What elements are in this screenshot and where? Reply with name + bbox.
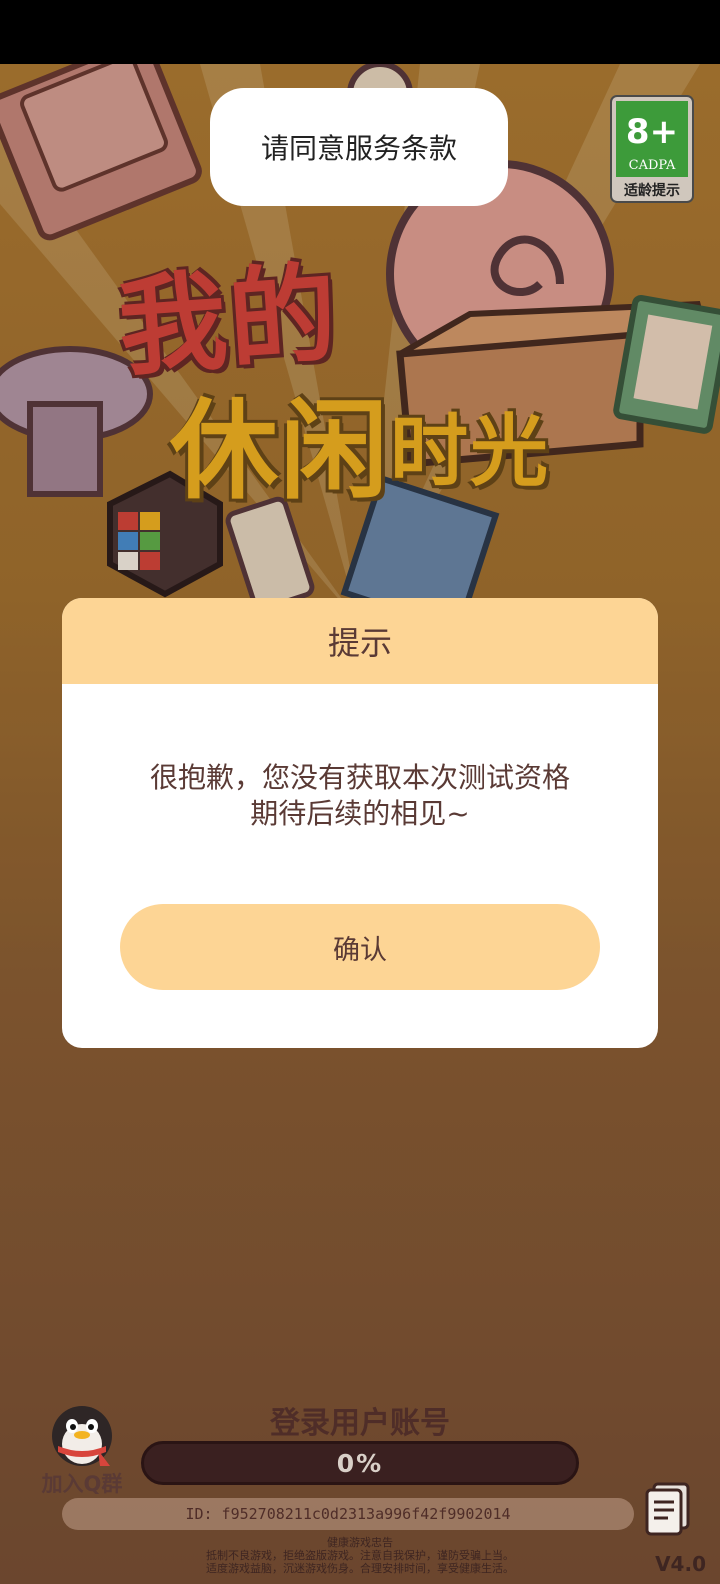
join-qq-group-label: 加入Q群 (41, 1472, 123, 1496)
dialog-title: 提示 (62, 598, 658, 684)
dialog-message-line-2: 期待后续的相见~ (250, 797, 470, 830)
age-rating-org: CADPA (629, 158, 676, 173)
toast-message: 请同意服务条款 (210, 88, 508, 206)
login-progress-bar: 0% (141, 1441, 579, 1485)
login-progress-text: 0% (336, 1448, 384, 1478)
health-notice-title: 健康游戏忠告 (327, 1536, 393, 1549)
status-bar (0, 0, 720, 64)
confirm-button[interactable]: 确认 (120, 904, 600, 990)
health-gaming-notice: 健康游戏忠告 抵制不良游戏，拒绝盗版游戏。注意自我保护，谨防受骗上当。 适度游戏… (0, 1536, 720, 1575)
age-rating-value: 8+ (626, 112, 678, 152)
alert-dialog: 提示 很抱歉，您没有获取本次测试资格 期待后续的相见~ 确认 (62, 598, 658, 1048)
age-rating-label: 适龄提示 (624, 182, 680, 199)
document-icon[interactable] (644, 1482, 692, 1536)
health-notice-line-1: 抵制不良游戏，拒绝盗版游戏。注意自我保护，谨防受骗上当。 (206, 1549, 514, 1562)
health-notice-line-2: 适度游戏益脑，沉迷游戏伤身。合理安排时间，享受健康生活。 (206, 1562, 514, 1575)
penguin-icon (52, 1406, 112, 1466)
user-id-label: ID: f952708211c0d2313a996f42f9902014 (62, 1498, 634, 1530)
version-label: V4.0 (655, 1552, 706, 1576)
age-rating-badge: 8+ CADPA 适龄提示 (610, 95, 694, 203)
dialog-message-line-1: 很抱歉，您没有获取本次测试资格 (149, 761, 570, 794)
join-qq-group-button[interactable]: 加入Q群 (32, 1390, 132, 1500)
dialog-message: 很抱歉，您没有获取本次测试资格 期待后续的相见~ (62, 760, 658, 832)
